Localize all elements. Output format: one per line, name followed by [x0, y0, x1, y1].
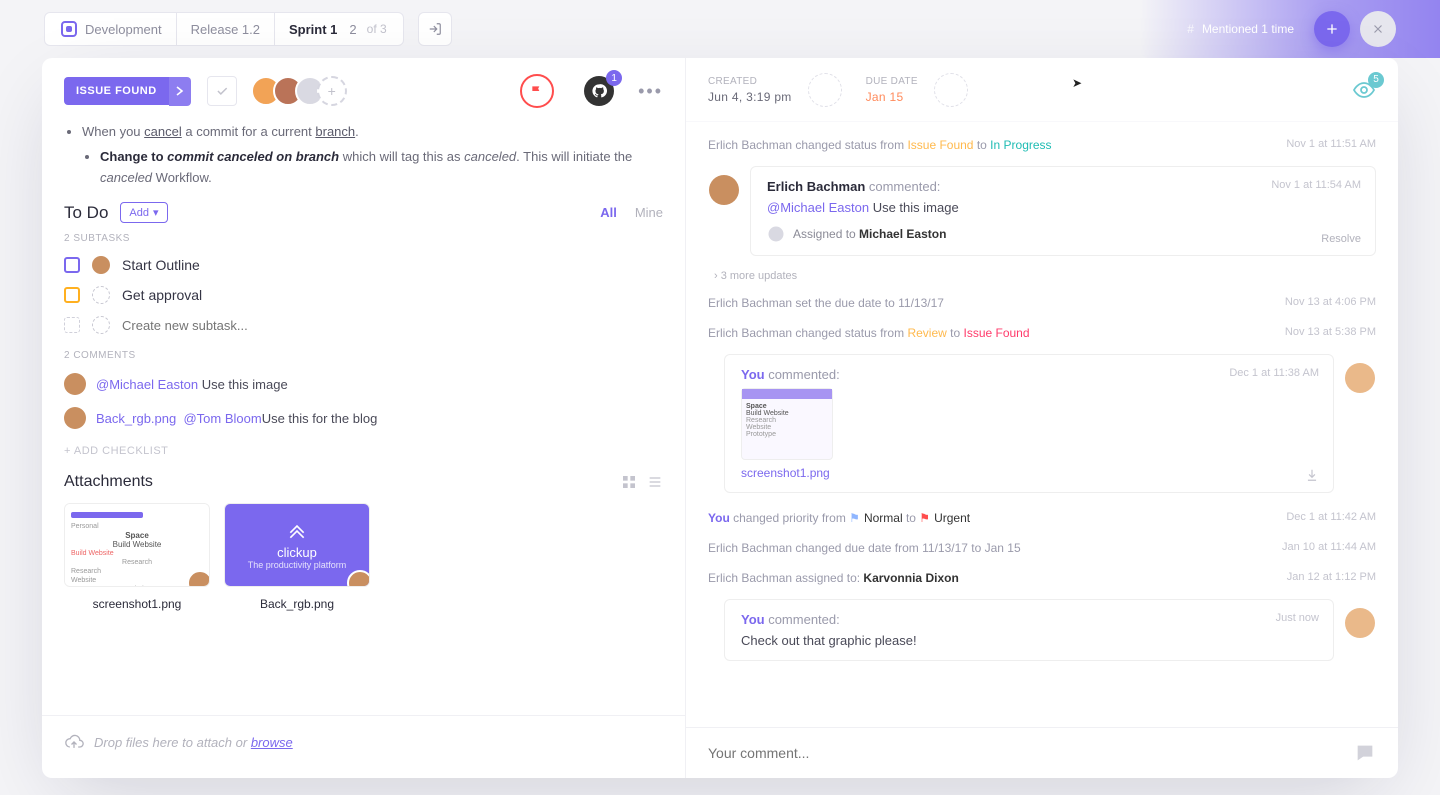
- time-tracked-placeholder[interactable]: [808, 73, 842, 107]
- add-checklist-button[interactable]: + ADD CHECKLIST: [64, 445, 663, 457]
- close-icon: [1371, 22, 1385, 36]
- watchers-button[interactable]: 5: [1352, 78, 1376, 102]
- avatar: [1345, 608, 1375, 638]
- chevron-down-icon: ▾: [153, 206, 159, 219]
- subtask-checkbox[interactable]: [64, 257, 80, 273]
- activity-feed: Erlich Bachman changed status from Issue…: [686, 122, 1398, 727]
- more-menu[interactable]: •••: [638, 81, 663, 102]
- assign-avatar-empty[interactable]: [92, 286, 110, 304]
- priority-flag[interactable]: [520, 74, 554, 108]
- avatar: [347, 570, 370, 587]
- github-badge: 1: [606, 70, 622, 86]
- exit-button[interactable]: [418, 12, 452, 46]
- comment-input-row: [686, 727, 1398, 778]
- due-date-meta[interactable]: DUE DATE Jan 15: [866, 76, 918, 104]
- assign-icon: [767, 225, 785, 243]
- created-meta: CREATED Jun 4, 3:19 pm: [708, 76, 792, 104]
- filter-mine[interactable]: Mine: [635, 205, 663, 220]
- avatar: [709, 175, 739, 205]
- grid-view-icon[interactable]: [621, 474, 637, 490]
- comment-block[interactable]: Erlich Bachman commented: Nov 1 at 11:54…: [750, 166, 1376, 256]
- list-view-icon[interactable]: [647, 474, 663, 490]
- attachment-thumb[interactable]: Personal Space Build Website Build Websi…: [64, 503, 210, 611]
- activity-item: Erlich Bachman assigned to: Karvonnia Di…: [708, 563, 1376, 593]
- subtasks-label: 2 SUBTASKS: [64, 233, 663, 244]
- page-of: of 3: [367, 22, 387, 36]
- cursor-icon: ➤: [1072, 76, 1082, 90]
- status-button[interactable]: ISSUE FOUND: [64, 77, 191, 106]
- todo-title: To Do: [64, 203, 108, 223]
- comments-label: 2 COMMENTS: [64, 350, 663, 361]
- plus-icon: [1324, 21, 1340, 37]
- clickup-icon: [61, 21, 77, 37]
- attachment-thumb[interactable]: clickup The productivity platform Back_r…: [224, 503, 370, 611]
- cloud-upload-icon: [64, 732, 84, 752]
- comment-block[interactable]: You commented: Just now Check out that g…: [724, 599, 1334, 661]
- assign-avatar-empty: [92, 316, 110, 334]
- crumb-release[interactable]: Release 1.2: [177, 13, 275, 45]
- assigned-row: Assigned to Michael Easton: [767, 225, 1359, 243]
- complete-checkbox[interactable]: [207, 76, 237, 106]
- assignee-avatars: +: [259, 76, 347, 106]
- mention-pill[interactable]: # Mentioned 1 time: [1177, 16, 1304, 42]
- description: When you cancel a commit for a current b…: [82, 122, 663, 188]
- breadcrumb: Development Release 1.2 Sprint 1 2 of 3: [44, 12, 404, 46]
- subtask-checkbox: [64, 317, 80, 333]
- filter-all[interactable]: All: [600, 205, 617, 220]
- attachments-title: Attachments: [64, 473, 153, 491]
- add-todo-button[interactable]: Add▾: [120, 202, 167, 223]
- dropzone[interactable]: Drop files here to attach or browse: [42, 715, 685, 768]
- avatar: [187, 570, 210, 587]
- browse-link[interactable]: browse: [251, 735, 293, 750]
- activity-item: Erlich Bachman changed status from Issue…: [708, 130, 1376, 160]
- page-number: 2: [349, 22, 356, 37]
- add-assignee-button[interactable]: +: [317, 76, 347, 106]
- activity-item: Erlich Bachman changed due date from 11/…: [708, 533, 1376, 563]
- avatar: [1345, 363, 1375, 393]
- status-caret[interactable]: [169, 77, 191, 106]
- comment-row[interactable]: @Michael Easton Use this image: [64, 367, 663, 401]
- hash-icon: #: [1187, 22, 1194, 36]
- subtask-row[interactable]: Start Outline: [64, 250, 663, 280]
- chat-bubble-icon: [1354, 742, 1376, 764]
- new-subtask-input[interactable]: [122, 318, 422, 333]
- attachment-mini[interactable]: SpaceBuild WebsiteResearchWebsitePrototy…: [741, 388, 833, 460]
- add-button[interactable]: [1314, 11, 1350, 47]
- crumb-space[interactable]: Development: [47, 13, 177, 45]
- clickup-logo-icon: [287, 521, 307, 541]
- activity-item: Erlich Bachman changed status from Revie…: [708, 318, 1376, 348]
- activity-item: You changed priority from ⚑Normal to ⚑Ur…: [708, 503, 1376, 533]
- activity-item: Erlich Bachman set the due date to 11/13…: [708, 288, 1376, 318]
- flag-icon: [530, 84, 544, 98]
- avatar: [64, 407, 86, 429]
- crumb-sprint[interactable]: Sprint 1 2 of 3: [275, 13, 401, 45]
- attachment-link[interactable]: screenshot1.png: [741, 466, 830, 480]
- github-button[interactable]: 1: [584, 76, 614, 106]
- watch-badge: 5: [1368, 72, 1384, 88]
- new-subtask-row[interactable]: [64, 310, 663, 340]
- attachment-name: screenshot1.png: [93, 597, 182, 611]
- date-placeholder[interactable]: [934, 73, 968, 107]
- task-meta-header: CREATED Jun 4, 3:19 pm DUE DATE Jan 15 5…: [686, 58, 1398, 122]
- more-updates-toggle[interactable]: › 3 more updates: [708, 266, 1376, 288]
- avatar[interactable]: [92, 256, 110, 274]
- comment-block[interactable]: You commented: Dec 1 at 11:38 AM SpaceBu…: [724, 354, 1334, 493]
- avatar: [64, 373, 86, 395]
- resolve-button[interactable]: Resolve: [1321, 233, 1361, 245]
- comment-row[interactable]: Back_rgb.png @Tom BloomUse this for the …: [64, 401, 663, 435]
- download-icon[interactable]: [1305, 468, 1319, 482]
- subtask-checkbox[interactable]: [64, 287, 80, 303]
- github-icon: [591, 83, 607, 99]
- send-comment-button[interactable]: [1354, 742, 1376, 764]
- close-button[interactable]: [1360, 11, 1396, 47]
- comment-input[interactable]: [708, 745, 1354, 761]
- attachment-name: Back_rgb.png: [260, 597, 334, 611]
- caret-right-icon: [176, 86, 184, 96]
- check-icon: [215, 84, 229, 98]
- subtask-row[interactable]: Get approval: [64, 280, 663, 310]
